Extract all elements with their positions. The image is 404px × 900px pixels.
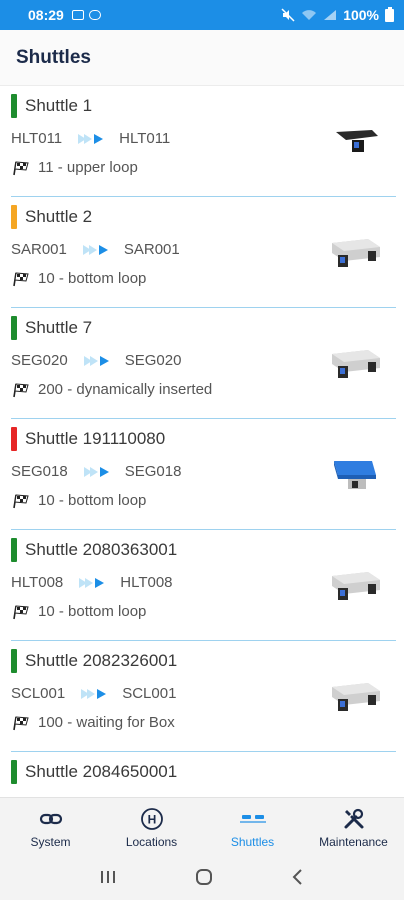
shuttle-list: Shuttle 1 HLT011 HLT011 11 - upper loop Shut… [0,86,404,797]
route: SCL001 SCL001 [11,685,176,702]
shuttle-name: Shuttle 2 [25,207,93,226]
nav-system-label: System [30,835,71,849]
mute-icon [281,8,295,22]
shuttle-card[interactable]: Shuttle 7 SEG020 SEG020 200 - dynamically i… [0,308,404,419]
status-bar: 08:29 100% [0,0,404,30]
shuttle-image [324,344,384,384]
route-to: SEG020 [124,352,182,369]
arrow-right-icon [83,355,109,366]
signal-icon [324,10,337,20]
checkered-flag-icon [13,604,29,619]
destination-label: 10 - bottom loop [38,492,147,509]
route-to: SEG018 [124,463,182,480]
destination-label: 10 - bottom loop [38,603,147,620]
nav-maintenance-label: Maintenance [319,835,388,849]
status-indicator [11,205,17,229]
shuttle-image [324,455,384,495]
page-title: Shuttles [16,46,91,68]
destination-label: 100 - waiting for Box [38,714,175,731]
battery-percent: 100% [343,7,379,23]
shuttle-name: Shuttle 7 [25,318,93,337]
bottom-nav: System H Locations Shuttles Maintenance [0,797,404,853]
battery-icon [385,6,394,22]
tools-icon [341,807,367,831]
shuttle-image [324,677,384,717]
status-indicator [11,649,17,673]
arrow-right-icon [83,466,109,477]
destination: 10 - bottom loop [11,492,146,509]
shuttle-name: Shuttle 1 [25,96,93,115]
app-header: Shuttles [0,30,404,86]
checkered-flag-icon [13,715,29,730]
route-to: SCL001 [122,685,177,702]
route-from: SEG020 [11,352,68,369]
clock: 08:29 [28,7,64,23]
shuttle-image [324,122,384,162]
route: HLT011 HLT011 [11,130,170,147]
destination: 200 - dynamically inserted [11,381,212,398]
nav-maintenance[interactable]: Maintenance [303,798,404,853]
nav-locations-label: Locations [125,835,178,849]
route-from: HLT011 [11,130,63,147]
shuttle-image [324,233,384,273]
shuttle-name: Shuttle 2084650001 [25,762,178,781]
shuttle-card[interactable]: Shuttle 2084650001 [0,752,404,797]
back-icon[interactable] [291,868,305,886]
route-from: SCL001 [11,685,66,702]
route-to: HLT008 [120,574,173,591]
nav-shuttles[interactable]: Shuttles [202,798,303,853]
nav-shuttles-label: Shuttles [230,835,275,849]
destination-label: 200 - dynamically inserted [38,381,213,398]
route: SAR001 SAR001 [11,241,180,258]
gallery-icon [71,10,84,20]
home-icon[interactable] [194,867,214,887]
route-from: SEG018 [11,463,68,480]
nav-system[interactable]: System [0,798,101,853]
nav-locations[interactable]: H Locations [101,798,202,853]
cloud-icon [88,10,101,20]
route: HLT008 HLT008 [11,574,173,591]
route-to: SAR001 [123,241,180,258]
link-icon [38,807,64,831]
shuttle-image [324,566,384,606]
svg-text:H: H [147,813,156,827]
destination: 10 - bottom loop [11,270,146,287]
system-navigation-bar [0,853,404,900]
checkered-flag-icon [13,493,29,508]
shuttle-icon [239,807,266,831]
shuttle-card[interactable]: Shuttle 2082326001 SCL001 SCL001 100 - wait… [0,641,404,752]
destination: 100 - waiting for Box [11,714,175,731]
checkered-flag-icon [13,160,29,175]
arrow-right-icon [82,244,108,255]
status-indicator [11,538,17,562]
status-indicator [11,94,17,118]
route: SEG018 SEG018 [11,463,181,480]
recents-icon[interactable] [99,869,117,885]
shuttle-card[interactable]: Shuttle 191110080 SEG018 SEG018 10 - bottom… [0,419,404,530]
destination: 10 - bottom loop [11,603,146,620]
arrow-right-icon [79,577,105,588]
destination-label: 10 - bottom loop [38,270,147,287]
arrow-right-icon [78,133,104,144]
shuttle-card[interactable]: Shuttle 1 HLT011 HLT011 11 - upper loop [0,86,404,197]
shuttle-name: Shuttle 2080363001 [25,540,178,559]
destination: 11 - upper loop [11,159,138,176]
arrow-right-icon [81,688,107,699]
status-indicator [11,760,17,784]
location-h-icon: H [139,807,165,831]
shuttle-card[interactable]: Shuttle 2 SAR001 SAR001 10 - bottom loop [0,197,404,308]
destination-label: 11 - upper loop [38,159,138,176]
wifi-icon [302,10,317,20]
shuttle-card[interactable]: Shuttle 2080363001 HLT008 HLT008 10 - botto… [0,530,404,641]
checkered-flag-icon [13,382,29,397]
status-indicator [11,316,17,340]
route-from: HLT008 [11,574,64,591]
shuttle-name: Shuttle 191110080 [25,429,166,448]
shuttle-name: Shuttle 2082326001 [25,651,178,670]
checkered-flag-icon [13,271,29,286]
route-to: HLT011 [119,130,171,147]
route-from: SAR001 [11,241,67,258]
route: SEG020 SEG020 [11,352,181,369]
status-indicator [11,427,17,451]
